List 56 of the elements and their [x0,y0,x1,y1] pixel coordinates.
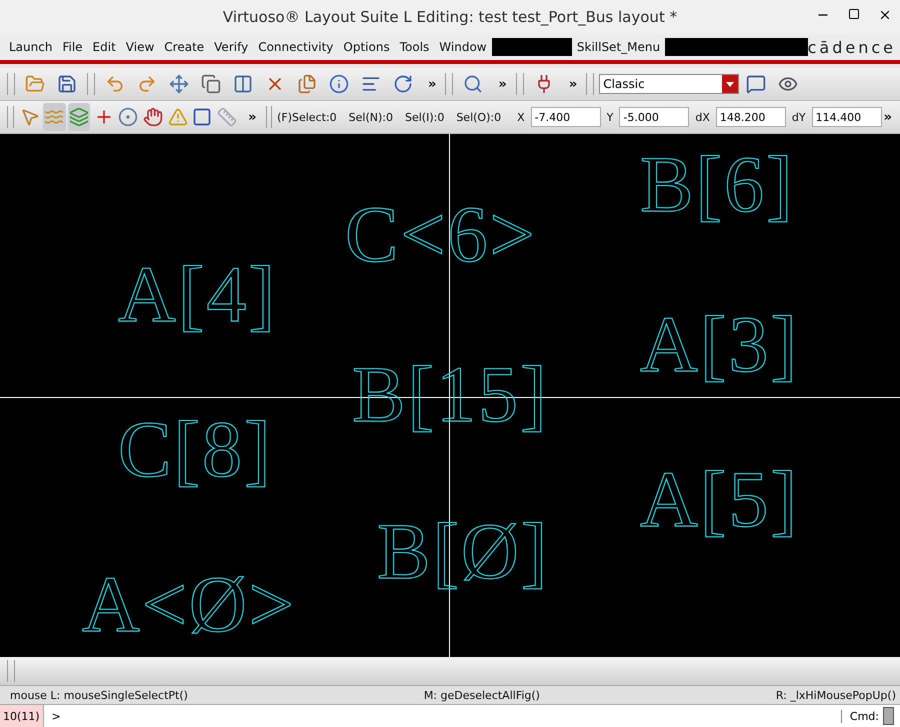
menu-item[interactable]: Tools [394,40,434,54]
menu-item[interactable]: Options [338,40,395,54]
overflow-button[interactable]: » [428,76,436,92]
command-count: 10(11) [0,705,44,727]
maximize-icon[interactable] [848,8,860,20]
status-text: mouse L: mouseSingleSelectPt() [10,688,188,702]
menu-item[interactable]: View [120,40,160,54]
caret-icon [722,75,738,93]
overflow-button[interactable]: » [568,76,578,92]
menu-item[interactable]: Verify [209,40,254,54]
coordinate-label: dX [695,110,710,124]
overflow-button[interactable]: » [884,110,892,124]
coordinate-label: Y [606,110,614,124]
cmd-label: Cmd: [840,710,879,722]
coordinate-field[interactable]: 114.400 [812,107,882,127]
command-prompt[interactable]: > [52,710,841,722]
window-title: Virtuoso® Layout Suite L Editing: test test_Port_Bus layout * [222,8,678,26]
menu-item[interactable]: Create [159,40,210,54]
close-icon[interactable] [878,8,892,22]
menu-item[interactable]: Connectivity [253,40,338,54]
toolbar-grip[interactable] [516,73,524,95]
pin-label: B[6] [640,145,795,225]
view-dropdown[interactable]: Classic [599,74,740,94]
toolbar-grip[interactable] [445,73,454,95]
overflow-button[interactable]: » [248,110,257,124]
layers-icon[interactable] [68,103,90,131]
selection-count: (F)Select:0 [277,110,337,124]
pin-label: A[4] [118,255,278,335]
menu-item[interactable]: Edit [88,40,121,54]
menu-item[interactable]: Window [434,40,492,54]
pin-label: A[3] [640,305,800,385]
pin-label: A[5] [640,460,800,540]
coordinate-label: dY [792,110,806,124]
overflow-button[interactable]: » [498,76,507,92]
menu-item[interactable]: Launch [4,40,58,54]
toolbar-grip[interactable] [586,73,594,95]
status-text: M: geDeselectAllFig() [424,688,540,702]
menu-item[interactable]: SkillSet_Menu [572,40,666,54]
logo: cādence [808,38,896,56]
coordinate-field[interactable]: -7.400 [530,107,601,127]
coordinate-label: X [517,110,525,124]
pin-label: A<Ø> [82,565,296,645]
cmd-indicator [883,707,894,725]
coordinate-field[interactable]: -5.000 [619,107,690,127]
selection-count: Sel(N):0 [348,110,393,124]
toolbar-grip[interactable] [7,73,15,95]
status-text: R: _lxHiMousePopUp() [776,688,896,702]
toolbar-grip[interactable] [7,106,14,128]
toolbar-grip[interactable] [7,660,15,682]
coordinate-field[interactable]: 148.200 [716,107,786,127]
selection-count: Sel(I):0 [404,110,444,124]
pin-label: C[8] [118,410,273,490]
selection-count: Sel(O):0 [456,110,502,124]
toolbar-grip[interactable] [87,73,95,95]
menu-item[interactable]: File [57,40,88,54]
toolbar-grip[interactable] [266,106,272,128]
